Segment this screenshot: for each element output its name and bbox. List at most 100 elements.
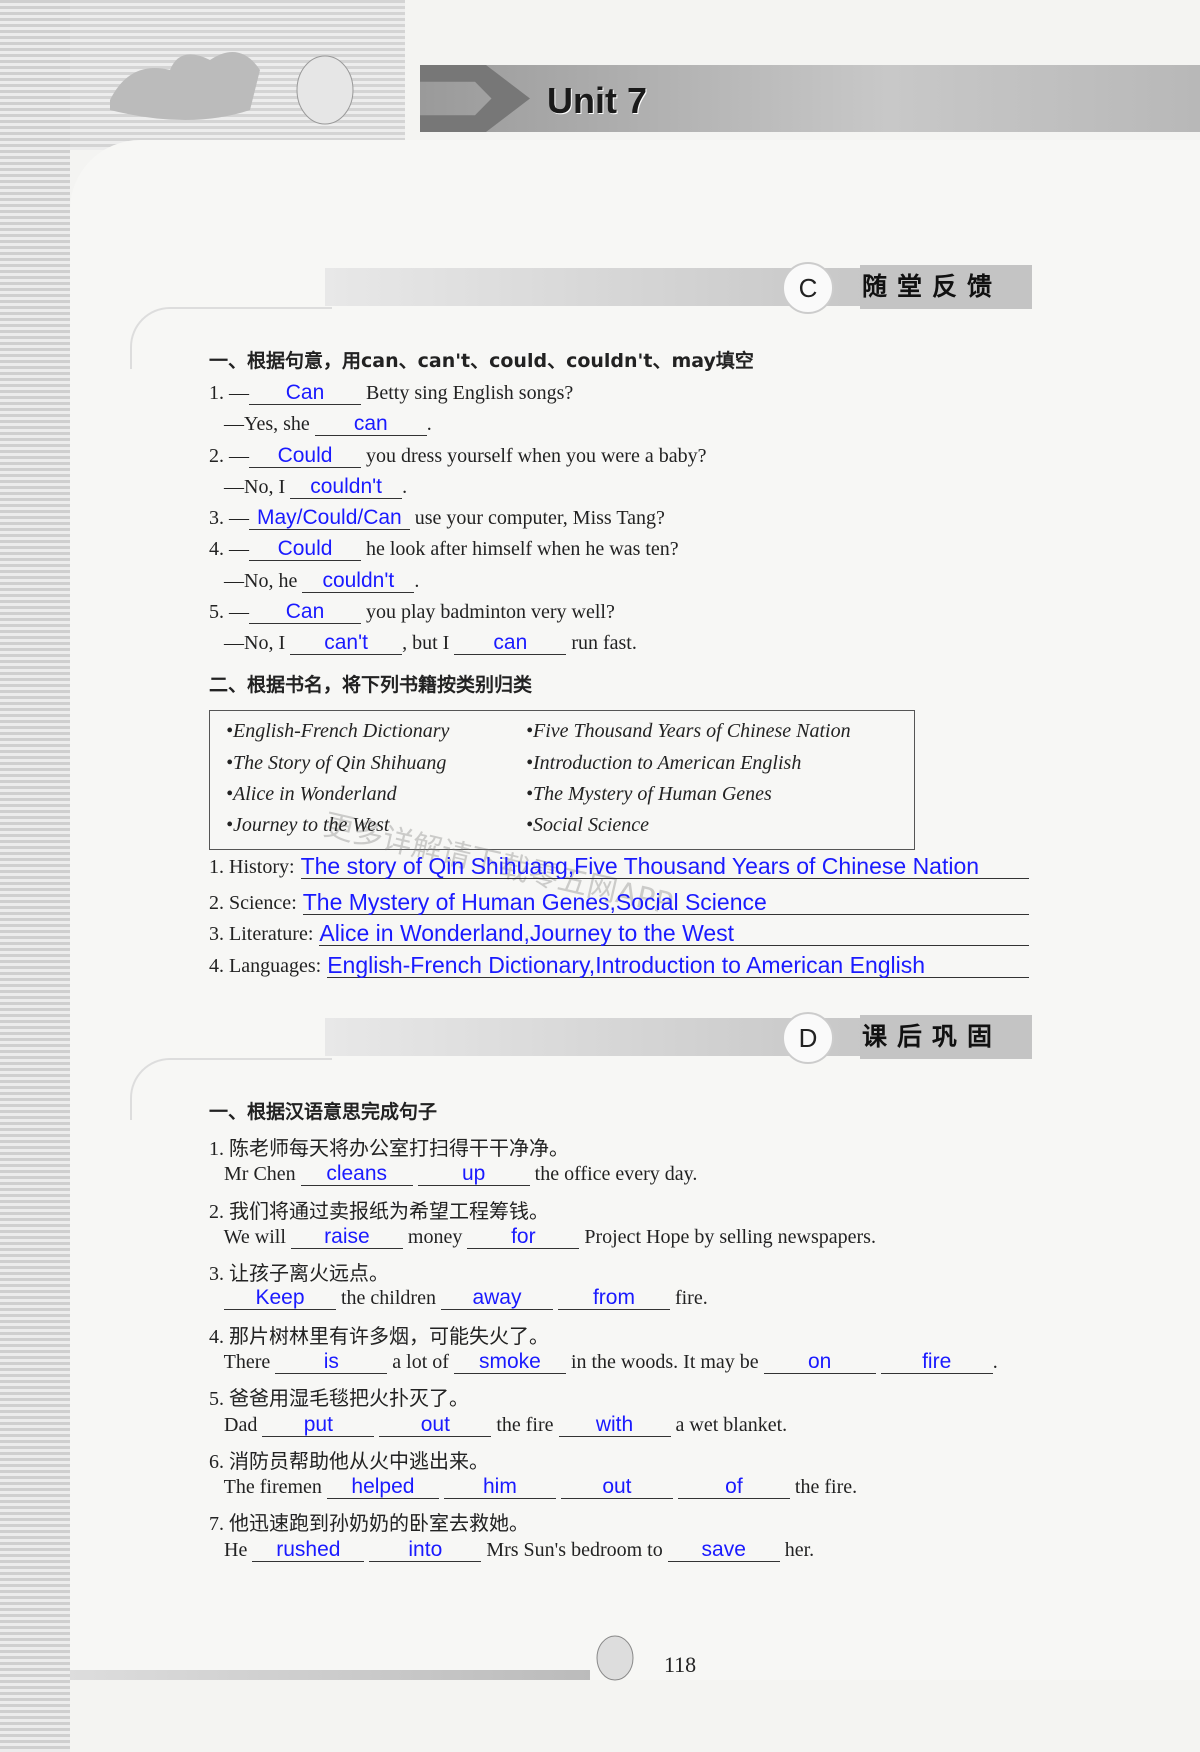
book-item: •The Mystery of Human Genes — [526, 783, 772, 805]
exercise-line: 6. 消防员帮助他从火中逃出来。 — [209, 1445, 489, 1474]
answer-blank: out — [560, 1476, 673, 1499]
answer-blank: from — [557, 1287, 670, 1310]
line-text: We will — [209, 1226, 291, 1248]
answer-blank: out — [379, 1414, 492, 1437]
left-margin-stripes — [0, 0, 70, 1752]
exercise-line: We will raise money for Project Hope by … — [209, 1226, 876, 1249]
line-text: He — [209, 1539, 253, 1561]
category-answer: The Mystery of Human Genes,Social Scienc… — [302, 890, 1029, 915]
line-text: money — [402, 1226, 468, 1248]
line-text: . — [426, 413, 432, 435]
answer-blank: can — [314, 413, 427, 436]
answer-blank: for — [467, 1226, 580, 1249]
category-label: 2. Science: — [209, 892, 297, 914]
category-answer-line: 3. Literature: Alice in Wonderland,Journe… — [209, 921, 1029, 946]
answer-blank: on — [763, 1351, 876, 1374]
answer-blank: helped — [326, 1476, 439, 1499]
part1-heading: 一、根据句意，用can、can't、could、couldn't、may填空 — [209, 350, 754, 372]
line-text: , but I — [402, 632, 455, 654]
answer-blank: Could — [249, 538, 361, 561]
line-text: 3. 让孩子离火远点。 — [209, 1263, 389, 1285]
answer-blank: is — [275, 1351, 388, 1374]
line-text: There — [209, 1351, 276, 1373]
category-answer: Alice in Wonderland,Journey to the West — [319, 921, 1029, 946]
line-text: the children — [336, 1287, 441, 1309]
exercise-line: 4. — Could he look after himself when he … — [209, 538, 679, 561]
line-text: use your computer, Miss Tang? — [409, 507, 665, 529]
line-text: you play badminton very well? — [361, 601, 615, 623]
line-text: 1. 陈老师每天将办公室打扫得干干净净。 — [209, 1138, 569, 1160]
line-text: the office every day. — [529, 1163, 698, 1185]
exercise-line: Mr Chen cleans up the office every day. — [209, 1163, 697, 1186]
answer-blank: can — [454, 632, 567, 655]
answer-blank: cleans — [300, 1163, 413, 1186]
exercise-line: Dad put out the fire with a wet blanket. — [209, 1414, 787, 1437]
line-text: 2. 我们将通过卖报纸为希望工程筹钱。 — [209, 1201, 549, 1223]
line-text: 5. 爸爸用湿毛毯把火扑灭了。 — [209, 1388, 469, 1410]
exercise-line: Keep the children away from fire. — [209, 1287, 708, 1310]
exercise-line: 3. — May/Could/Can use your computer, Mis… — [209, 507, 665, 530]
line-text: 4. 那片树林里有许多烟，可能失火了。 — [209, 1326, 549, 1348]
answer-blank: Could — [249, 445, 361, 468]
section-d-letter: D — [782, 1012, 834, 1064]
exercise-line: 2. — Could you dress yourself when you we… — [209, 445, 706, 468]
answer-blank: Can — [249, 601, 361, 624]
answer-blank: Keep — [224, 1287, 336, 1310]
answer-blank: with — [558, 1414, 671, 1437]
section-c-caption: 随堂反馈 — [860, 265, 1032, 309]
mascot-icon — [596, 1635, 634, 1681]
exercise-line: 3. 让孩子离火远点。 — [209, 1257, 389, 1286]
line-text: . — [414, 570, 420, 592]
answer-blank: raise — [290, 1226, 403, 1249]
line-text: a lot of — [387, 1351, 454, 1373]
line-text: —Yes, she — [209, 413, 315, 435]
line-text: —No, he — [209, 570, 303, 592]
answer-blank: put — [262, 1414, 375, 1437]
line-text: Mrs Sun's bedroom to — [481, 1539, 668, 1561]
book-item: •Alice in Wonderland — [226, 783, 397, 805]
line-text: —No, I — [209, 632, 291, 654]
exercise-line: —Yes, she can. — [209, 413, 432, 436]
exercise-line: —No, I couldn't. — [209, 476, 407, 499]
answer-blank: fire — [880, 1351, 993, 1374]
answer-blank: rushed — [252, 1539, 365, 1562]
line-text: The firemen — [209, 1476, 327, 1498]
section-c-letter: C — [782, 262, 834, 314]
line-text: 7. 他迅速跑到孙奶奶的卧室去救她。 — [209, 1513, 529, 1535]
answer-blank: Can — [249, 382, 361, 405]
exercise-line: 4. 那片树林里有许多烟，可能失火了。 — [209, 1320, 549, 1349]
category-label: 1. History: — [209, 856, 295, 878]
footer-bar — [70, 1670, 590, 1680]
answer-blank: into — [369, 1539, 482, 1562]
category-label: 3. Literature: — [209, 923, 314, 945]
exercise-line: —No, he couldn't. — [209, 570, 419, 593]
line-text: a wet blanket. — [670, 1414, 788, 1436]
answer-blank: him — [443, 1476, 556, 1499]
answer-blank: save — [667, 1539, 780, 1562]
exercise-line: 1. 陈老师每天将办公室打扫得干干净净。 — [209, 1132, 569, 1161]
category-label: 4. Languages: — [209, 955, 322, 977]
puzzle-mascot-icon — [110, 52, 354, 125]
exercise-line: —No, I can't, but I can run fast. — [209, 632, 637, 655]
section-d-heading: 一、根据汉语意思完成句子 — [209, 1101, 438, 1123]
exercise-line: The firemen helped him out of the fire. — [209, 1476, 857, 1499]
line-text: the fire. — [789, 1476, 858, 1498]
book-item: •The Story of Qin Shihuang — [226, 752, 447, 774]
category-answer: The story of Qin Shihuang,Five Thousand … — [300, 854, 1029, 879]
book-item: •Five Thousand Years of Chinese Nation — [526, 720, 851, 742]
exercise-line: There is a lot of smoke in the woods. It… — [209, 1351, 998, 1374]
unit-title: Unit 7 — [547, 80, 648, 121]
category-answer-line: 1. History: The story of Qin Shihuang,Fiv… — [209, 854, 1029, 879]
book-item: •Social Science — [526, 814, 650, 836]
category-answer: English-French Dictionary,Introduction t… — [327, 953, 1029, 978]
line-text: 3. — — [209, 507, 249, 529]
answer-blank: of — [677, 1476, 790, 1499]
line-text: . — [402, 476, 408, 498]
book-item: •Introduction to American English — [526, 752, 802, 774]
line-text: 4. — — [209, 538, 249, 560]
line-text: in the woods. It may be — [565, 1351, 764, 1373]
line-text: run fast. — [566, 632, 637, 654]
category-answer-line: 4. Languages: English-French Dictionary,I… — [209, 953, 1029, 978]
answer-blank: couldn't — [302, 570, 415, 593]
line-text: Project Hope by selling newspapers. — [579, 1226, 876, 1248]
